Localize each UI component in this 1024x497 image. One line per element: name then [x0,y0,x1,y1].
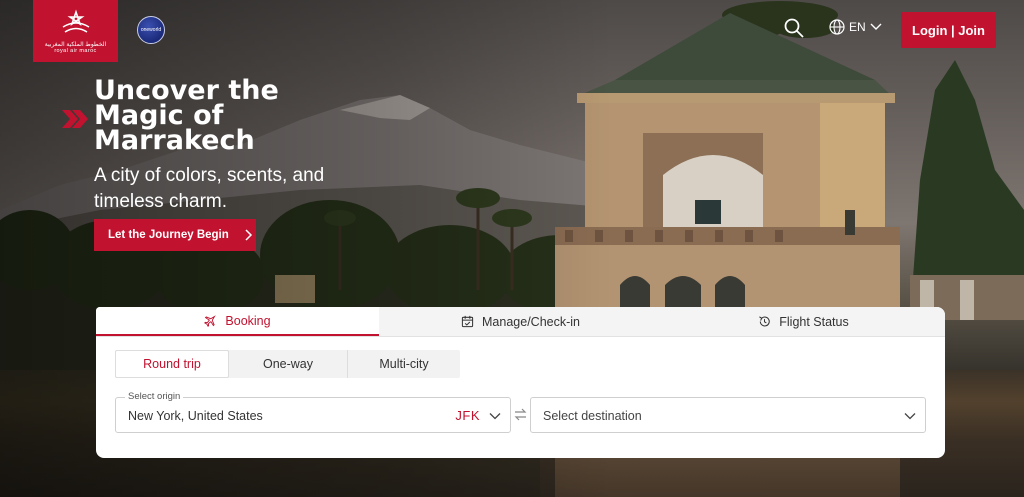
cta-label: Let the Journey Begin [108,229,229,241]
chevron-down-icon [489,413,501,420]
search-icon[interactable] [783,17,805,39]
destination-placeholder: Select destination [543,409,642,423]
royal-air-maroc-logo[interactable]: الخطوط الملكية المغربية royal air maroc [33,0,118,62]
hero-title: Uncover the Magic of Marrakech [94,75,279,156]
origin-label: Select origin [125,391,184,402]
origin-value: New York, United States [128,409,263,423]
trip-one-way[interactable]: One-way [229,350,347,378]
calendar-icon [461,315,474,328]
logo-english-text: royal air maroc [54,47,97,54]
trip-multi-city[interactable]: Multi-city [347,350,460,378]
chevron-down-icon [870,23,882,30]
chevron-right-icon [245,229,252,241]
tab-flight-status-label: Flight Status [779,314,849,329]
tab-booking-label: Booking [225,313,271,328]
history-icon [759,316,770,327]
double-chevron-icon [62,110,88,128]
star-emblem-icon [62,8,89,33]
tab-manage-checkin[interactable]: Manage/Check-in [379,307,662,336]
destination-field[interactable]: Select destination [530,397,926,433]
tab-booking[interactable]: Booking [96,307,379,336]
swap-icon[interactable] [514,408,527,421]
oneworld-badge[interactable]: oneworld [137,16,165,44]
language-code: EN [849,20,866,34]
language-selector[interactable]: EN [829,19,882,35]
booking-tabs: Booking Manage/Check-in Flight Status [96,307,945,337]
tab-manage-label: Manage/Check-in [482,314,580,329]
tab-flight-status[interactable]: Flight Status [662,307,945,336]
chevron-down-icon [904,413,916,420]
origin-airport-code: JFK [455,408,480,423]
journey-cta-button[interactable]: Let the Journey Begin [94,219,256,251]
logo-arabic-text: الخطوط الملكية المغربية [44,41,107,48]
login-join-button[interactable]: Login | Join [901,12,996,48]
trip-type-selector: Round trip One-way Multi-city [115,350,460,378]
hero-subtitle: A city of colors, scents, and timeless c… [94,165,325,212]
trip-round-trip[interactable]: Round trip [115,350,229,378]
booking-widget: Booking Manage/Check-in Flight Status Ro… [96,307,945,458]
plane-icon [204,315,217,327]
globe-icon [829,19,845,35]
origin-field[interactable]: Select origin New York, United States JF… [115,391,511,433]
